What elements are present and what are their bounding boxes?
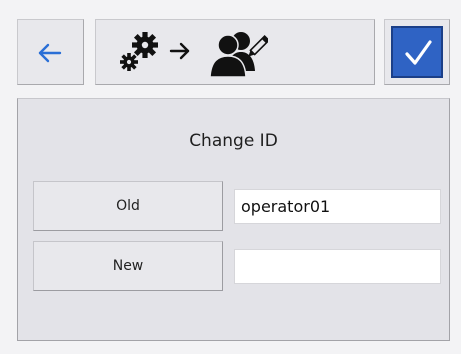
- old-id-button[interactable]: Old: [33, 181, 223, 231]
- new-id-button[interactable]: New: [33, 241, 223, 291]
- change-id-panel: Change ID Old operator01 New: [17, 98, 450, 341]
- confirm-button[interactable]: [384, 19, 450, 85]
- back-button[interactable]: [17, 19, 84, 85]
- confirm-button-face: [391, 26, 443, 78]
- checkmark-icon: [405, 40, 432, 65]
- old-id-input[interactable]: operator01: [234, 189, 441, 224]
- change-id-screen: Change ID Old operator01 New: [0, 0, 461, 354]
- screen-title-icons: [95, 19, 375, 85]
- arrow-right-icon: [169, 42, 190, 60]
- user-edit-icon: [209, 32, 268, 78]
- gears-icon: [120, 32, 158, 71]
- new-id-input[interactable]: [234, 249, 441, 284]
- arrow-left-icon: [38, 43, 62, 63]
- panel-title: Change ID: [189, 131, 278, 151]
